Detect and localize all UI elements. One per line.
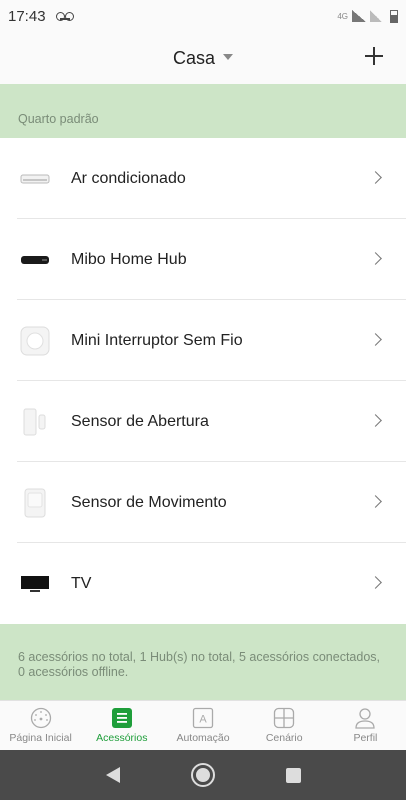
tab-automacao[interactable]: A Automação [162,701,243,750]
chevron-right-icon [369,414,382,427]
chevron-right-icon [369,171,382,184]
chevron-right-icon [369,252,382,265]
accessory-item-mini-interruptor[interactable]: Mini Interruptor Sem Fio [0,300,406,381]
signal-icon [352,10,366,22]
caret-down-icon [223,54,234,60]
accessory-item-tv[interactable]: TV [0,543,406,624]
accessory-label: Ar condicionado [71,169,186,187]
chevron-right-icon [369,576,382,589]
battery-icon [390,9,398,23]
network-type-label: 4G [337,11,348,21]
tab-pagina-inicial[interactable]: Página Inicial [0,701,81,750]
page-title: Casa [172,47,216,68]
svg-text:A: A [199,714,207,726]
tv-icon [20,569,50,599]
accessory-label: Sensor de Abertura [71,412,209,430]
back-icon[interactable] [105,767,120,783]
chevron-right-icon [369,333,382,346]
accessory-label: TV [71,574,92,592]
tab-perfil[interactable]: Perfil [325,701,406,750]
signal-secondary-icon [370,10,382,22]
tab-label: Perfil [353,732,378,744]
status-indicators: 4G [337,9,398,23]
accessory-label: Mibo Home Hub [71,250,187,268]
tab-label: Cenário [265,732,303,744]
status-time: 17:43 [8,7,46,25]
automation-icon: A [192,707,214,729]
home-button-icon[interactable] [190,763,215,787]
accessory-item-sensor-abertura[interactable]: Sensor de Abertura [0,381,406,462]
motion-sensor-icon [20,488,50,518]
app-header: Casa [0,32,406,84]
home-dial-icon [30,707,52,729]
door-sensor-icon [20,407,50,437]
summary-text: 6 acessórios no total, 1 Hub(s) no total… [18,650,380,679]
bottom-tab-bar: Página Inicial Acessórios A Automação Ce… [0,700,406,750]
wireless-switch-icon [20,326,50,356]
accessory-item-ar-condicionado[interactable]: Ar condicionado [0,138,406,219]
tab-label: Página Inicial [9,732,72,744]
tab-label: Acessórios [96,732,148,744]
air-conditioner-icon [20,164,50,194]
scene-icon [273,707,295,729]
accessory-item-mibo-home-hub[interactable]: Mibo Home Hub [0,219,406,300]
tab-label: Automação [176,732,230,744]
chevron-right-icon [369,495,382,508]
profile-icon [354,707,376,729]
status-bar: 17:43 4G [0,0,406,32]
accessory-list: Ar condicionado Mibo Home Hub Mini Inter… [0,138,406,624]
accessory-item-sensor-movimento[interactable]: Sensor de Movimento [0,462,406,543]
tab-acessorios[interactable]: Acessórios [81,701,162,750]
accessories-icon [111,707,133,729]
system-nav-bar [0,750,406,800]
room-header: Quarto padrão [0,84,406,138]
room-label: Quarto padrão [18,112,99,126]
voicemail-icon [55,12,74,21]
add-button[interactable] [364,46,384,66]
accessory-label: Mini Interruptor Sem Fio [71,331,243,349]
home-selector[interactable]: Casa [172,47,234,69]
summary-panel: 6 acessórios no total, 1 Hub(s) no total… [0,624,406,700]
accessory-label: Sensor de Movimento [71,493,227,511]
hub-icon [20,245,50,275]
recent-apps-icon[interactable] [285,767,301,783]
tab-cenario[interactable]: Cenário [244,701,325,750]
